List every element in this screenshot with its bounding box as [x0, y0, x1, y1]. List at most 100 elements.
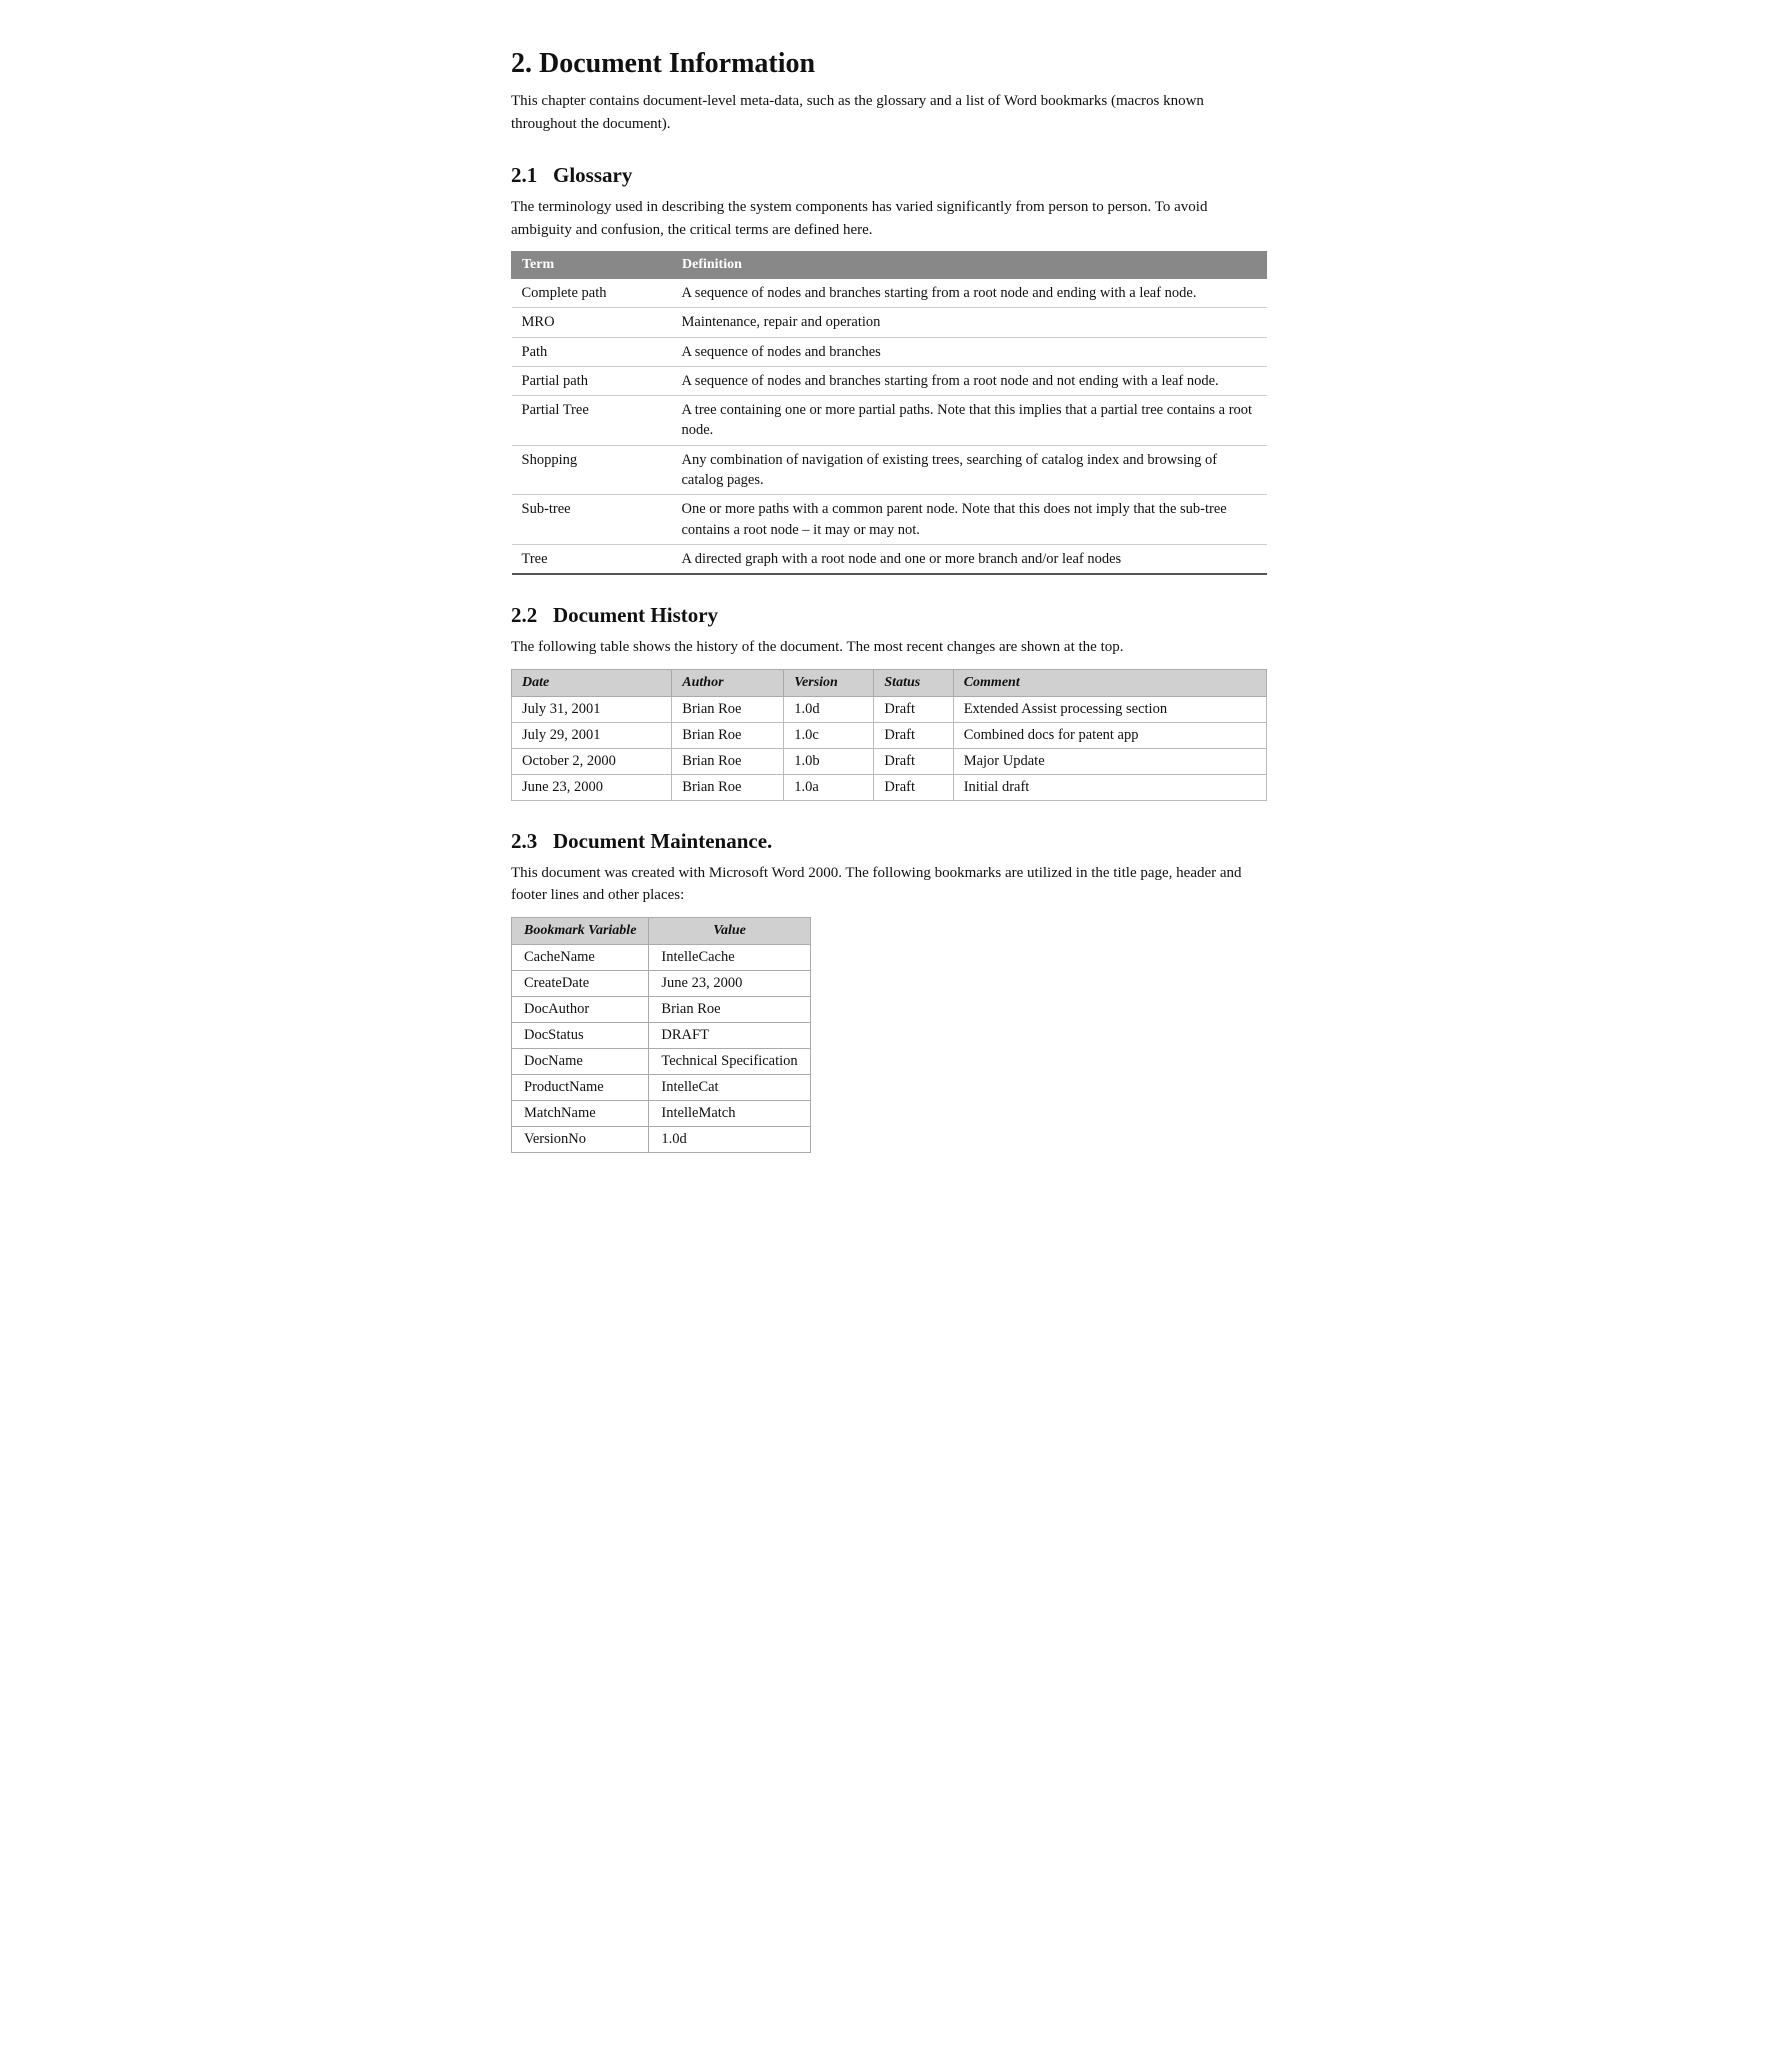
history-cell: Major Update — [953, 748, 1266, 774]
bookmark-variable: MatchName — [512, 1100, 649, 1126]
history-cell: October 2, 2000 — [512, 748, 672, 774]
history-cell: Brian Roe — [672, 774, 784, 800]
bookmark-row: CreateDateJune 23, 2000 — [512, 970, 811, 996]
glossary-term: Partial Tree — [512, 396, 672, 446]
history-row: June 23, 2000Brian Roe1.0aDraftInitial d… — [512, 774, 1267, 800]
maintenance-title: 2.3 Document Maintenance. — [511, 829, 1267, 854]
bookmark-value: IntelleCat — [649, 1074, 810, 1100]
bookmark-variable: CacheName — [512, 944, 649, 970]
glossary-definition: A sequence of nodes and branches startin… — [672, 279, 1267, 308]
glossary-row: MROMaintenance, repair and operation — [512, 308, 1267, 337]
chapter-title: 2. Document Information — [511, 48, 1267, 80]
history-cell: 1.0d — [784, 696, 874, 722]
bookmark-value: IntelleCache — [649, 944, 810, 970]
history-cell: July 31, 2001 — [512, 696, 672, 722]
history-cell: 1.0b — [784, 748, 874, 774]
history-cell: Brian Roe — [672, 696, 784, 722]
history-cell: Draft — [874, 722, 953, 748]
maintenance-title-text: Document Maintenance. — [553, 829, 772, 853]
chapter-intro: This chapter contains document-level met… — [511, 90, 1267, 135]
history-row: July 31, 2001Brian Roe1.0dDraftExtended … — [512, 696, 1267, 722]
history-cell: June 23, 2000 — [512, 774, 672, 800]
bookmark-row: ProductNameIntelleCat — [512, 1074, 811, 1100]
history-table: Date Author Version Status Comment July … — [511, 669, 1267, 801]
history-col-author: Author — [672, 669, 784, 696]
history-row: July 29, 2001Brian Roe1.0cDraftCombined … — [512, 722, 1267, 748]
glossary-number: 2.1 — [511, 163, 537, 187]
bookmark-value: Technical Specification — [649, 1048, 810, 1074]
bookmark-row: CacheNameIntelleCache — [512, 944, 811, 970]
bookmark-row: DocStatusDRAFT — [512, 1022, 811, 1048]
chapter-number: 2. — [511, 48, 532, 79]
history-cell: 1.0a — [784, 774, 874, 800]
history-col-comment: Comment — [953, 669, 1266, 696]
glossary-intro: The terminology used in describing the s… — [511, 196, 1267, 241]
glossary-definition: A sequence of nodes and branches startin… — [672, 366, 1267, 395]
glossary-row: Partial pathA sequence of nodes and bran… — [512, 366, 1267, 395]
bookmark-col-value: Value — [649, 917, 810, 944]
maintenance-number: 2.3 — [511, 829, 537, 853]
bookmark-table: Bookmark Variable Value CacheNameIntelle… — [511, 917, 811, 1153]
glossary-row: ShoppingAny combination of navigation of… — [512, 445, 1267, 495]
bookmark-variable: DocStatus — [512, 1022, 649, 1048]
history-col-version: Version — [784, 669, 874, 696]
history-cell: Brian Roe — [672, 722, 784, 748]
history-intro: The following table shows the history of… — [511, 636, 1267, 659]
bookmark-value: DRAFT — [649, 1022, 810, 1048]
glossary-col-definition: Definition — [672, 252, 1267, 279]
history-cell: Initial draft — [953, 774, 1266, 800]
glossary-definition: A sequence of nodes and branches — [672, 337, 1267, 366]
bookmark-value: IntelleMatch — [649, 1100, 810, 1126]
glossary-definition: One or more paths with a common parent n… — [672, 495, 1267, 545]
glossary-term: Sub-tree — [512, 495, 672, 545]
glossary-term: Tree — [512, 544, 672, 574]
glossary-title-text: Glossary — [553, 163, 632, 187]
bookmark-value: June 23, 2000 — [649, 970, 810, 996]
glossary-header-row: Term Definition — [512, 252, 1267, 279]
glossary-term: MRO — [512, 308, 672, 337]
bookmark-row: DocNameTechnical Specification — [512, 1048, 811, 1074]
history-row: October 2, 2000Brian Roe1.0bDraftMajor U… — [512, 748, 1267, 774]
history-cell: Draft — [874, 774, 953, 800]
history-col-status: Status — [874, 669, 953, 696]
bookmark-col-variable: Bookmark Variable — [512, 917, 649, 944]
history-cell: 1.0c — [784, 722, 874, 748]
history-cell: Brian Roe — [672, 748, 784, 774]
bookmark-value: Brian Roe — [649, 996, 810, 1022]
glossary-definition: A directed graph with a root node and on… — [672, 544, 1267, 574]
glossary-row: Complete pathA sequence of nodes and bra… — [512, 279, 1267, 308]
history-cell: July 29, 2001 — [512, 722, 672, 748]
bookmark-variable: ProductName — [512, 1074, 649, 1100]
history-number: 2.2 — [511, 603, 537, 627]
glossary-row: PathA sequence of nodes and branches — [512, 337, 1267, 366]
glossary-row: Sub-treeOne or more paths with a common … — [512, 495, 1267, 545]
glossary-definition: A tree containing one or more partial pa… — [672, 396, 1267, 446]
history-title-text: Document History — [553, 603, 718, 627]
glossary-term: Complete path — [512, 279, 672, 308]
glossary-definition: Any combination of navigation of existin… — [672, 445, 1267, 495]
bookmark-variable: DocAuthor — [512, 996, 649, 1022]
glossary-row: TreeA directed graph with a root node an… — [512, 544, 1267, 574]
bookmark-header-row: Bookmark Variable Value — [512, 917, 811, 944]
bookmark-variable: VersionNo — [512, 1126, 649, 1152]
glossary-definition: Maintenance, repair and operation — [672, 308, 1267, 337]
glossary-col-term: Term — [512, 252, 672, 279]
glossary-row: Partial TreeA tree containing one or mor… — [512, 396, 1267, 446]
glossary-term: Path — [512, 337, 672, 366]
history-cell: Combined docs for patent app — [953, 722, 1266, 748]
glossary-term: Partial path — [512, 366, 672, 395]
history-cell: Draft — [874, 748, 953, 774]
bookmark-value: 1.0d — [649, 1126, 810, 1152]
history-cell: Extended Assist processing section — [953, 696, 1266, 722]
glossary-term: Shopping — [512, 445, 672, 495]
history-title: 2.2 Document History — [511, 603, 1267, 628]
bookmark-row: DocAuthorBrian Roe — [512, 996, 811, 1022]
history-header-row: Date Author Version Status Comment — [512, 669, 1267, 696]
bookmark-variable: CreateDate — [512, 970, 649, 996]
history-col-date: Date — [512, 669, 672, 696]
bookmark-row: VersionNo1.0d — [512, 1126, 811, 1152]
glossary-title: 2.1 Glossary — [511, 163, 1267, 188]
maintenance-intro: This document was created with Microsoft… — [511, 862, 1267, 907]
bookmark-row: MatchNameIntelleMatch — [512, 1100, 811, 1126]
bookmark-variable: DocName — [512, 1048, 649, 1074]
